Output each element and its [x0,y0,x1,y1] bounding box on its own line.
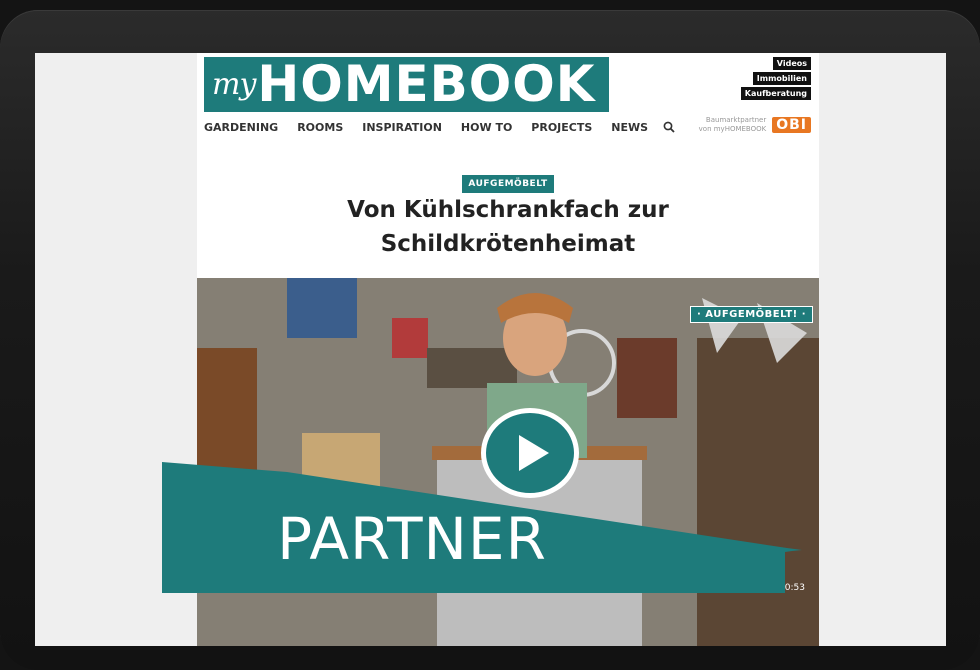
nav-rooms[interactable]: ROOMS [297,121,343,136]
partner-label: PARTNER [277,505,547,573]
obi-partner-line2: von myHOMEBOOK [698,125,767,133]
nav-news[interactable]: NEWS [611,121,648,136]
nav-inspiration[interactable]: INSPIRATION [362,121,442,136]
category-label: AUFGEMÖBELT [462,175,554,193]
top-links: Videos Immobilien Kaufberatung [740,57,811,100]
video-badge: · AUFGEMÖBELT! · [690,306,813,323]
search-icon[interactable] [663,121,675,136]
category-tag[interactable]: AUFGEMÖBELT [197,171,819,193]
nav-how-to[interactable]: HOW TO [461,121,512,136]
obi-partner-line1: Baumarktpartner [705,116,767,124]
obi-logo: OBI [772,117,811,133]
title-line2: Schildkrötenheimat [380,231,636,257]
top-link-immobilien[interactable]: Immobilien [752,72,811,85]
obi-partner[interactable]: Baumarktpartner von myHOMEBOOK OBI [699,116,811,134]
article-title: Von Kühlschrankfach zur Schildkrötenheim… [197,193,819,261]
logo-main: HOMEBOOK [257,55,596,113]
site-logo[interactable]: my HOMEBOOK [204,57,609,112]
top-link-kaufberatung[interactable]: Kaufberatung [740,87,811,100]
top-link-videos[interactable]: Videos [772,57,811,70]
title-line1: Von Kühlschrankfach zur [347,197,669,223]
main-nav: GARDENING ROOMS INSPIRATION HOW TO PROJE… [204,121,675,136]
nav-gardening[interactable]: GARDENING [204,121,278,136]
obi-partner-text: Baumarktpartner von myHOMEBOOK [699,116,767,134]
logo-prefix: my [212,67,256,102]
nav-projects[interactable]: PROJECTS [531,121,592,136]
